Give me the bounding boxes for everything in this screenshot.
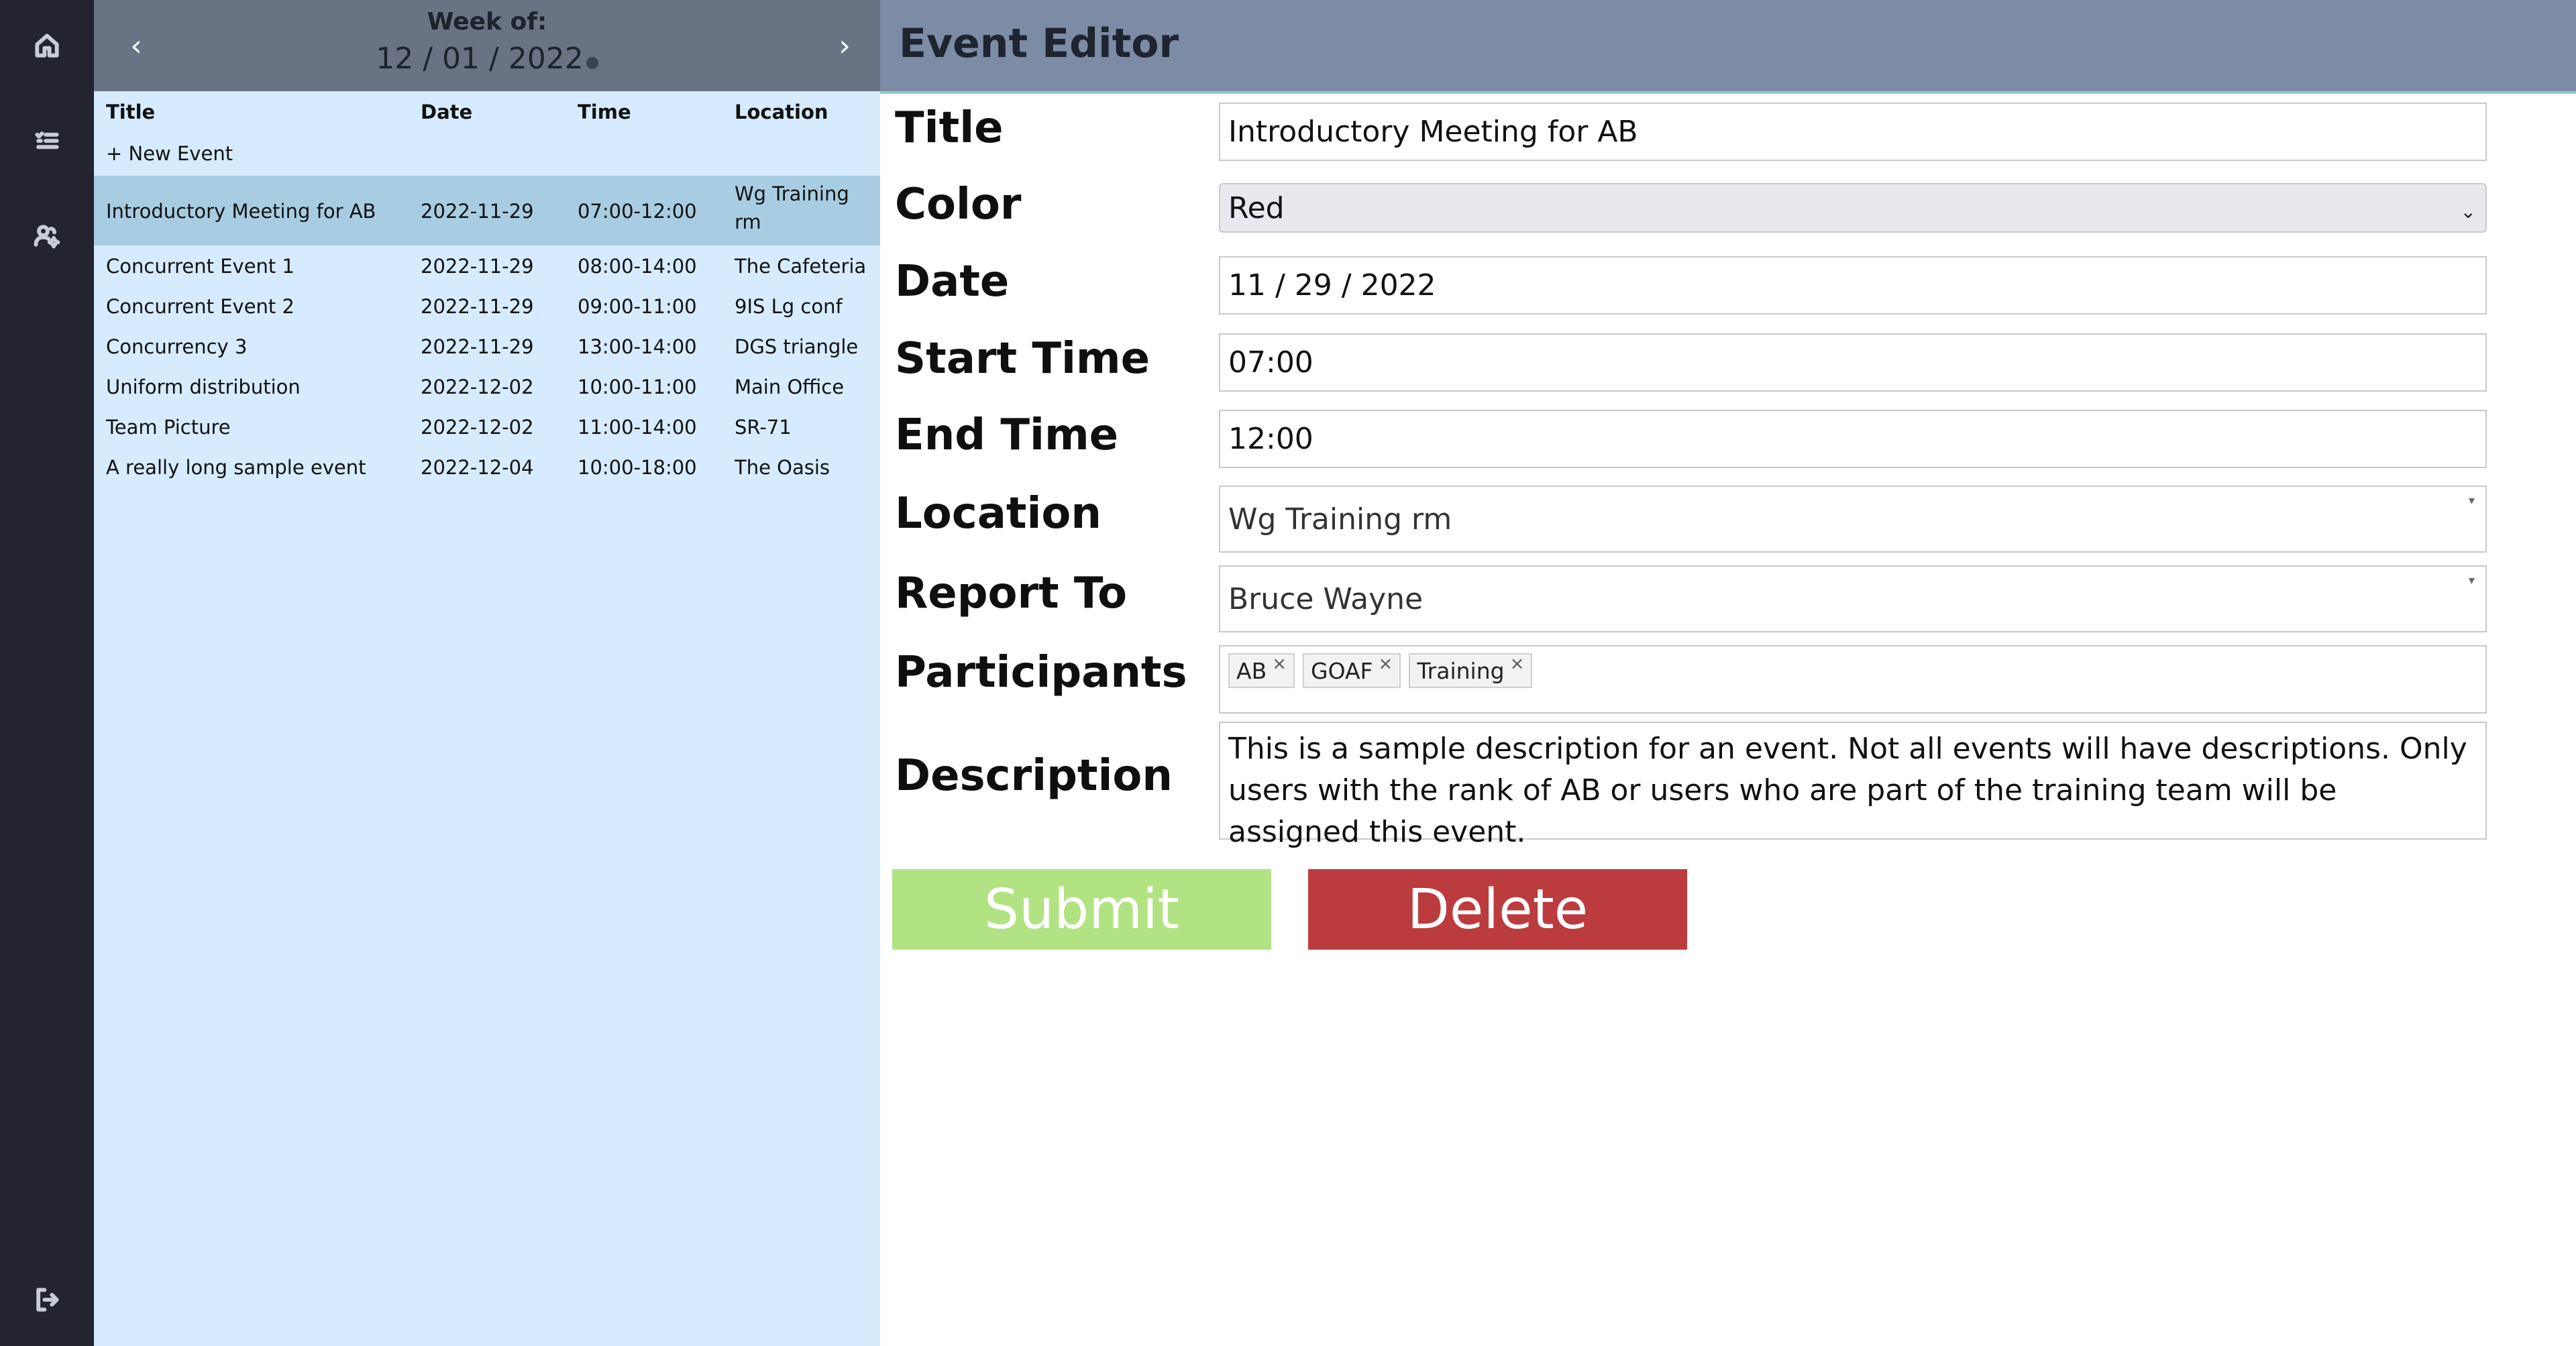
row-location: The Oasis [735, 456, 830, 479]
editor-heading: Event Editor [899, 20, 1179, 67]
participant-tag-label: AB [1236, 657, 1267, 684]
row-date: 2022-11-29 [421, 255, 534, 278]
row-time: 09:00-11:00 [578, 295, 697, 318]
next-week-button[interactable]: › [828, 24, 861, 67]
delete-button[interactable]: Delete [1308, 869, 1687, 950]
chevron-down-icon: ⌄ [2460, 201, 2476, 223]
location-combobox[interactable]: Wg Training rm ▾ [1219, 486, 2487, 553]
new-event-link[interactable]: + New Event [106, 142, 233, 165]
description-label: Description [895, 751, 1173, 801]
row-date: 2022-11-29 [421, 200, 534, 223]
report-to-combobox[interactable]: Bruce Wayne ▾ [1219, 565, 2487, 632]
row-date: 2022-12-04 [421, 456, 534, 479]
row-date: 2022-11-29 [421, 295, 534, 318]
participant-tag-label: GOAF [1311, 657, 1373, 684]
week-date-value: 12 / 01 / 2022 [376, 42, 584, 76]
week-date-picker[interactable]: 12 / 01 / 2022 [94, 42, 880, 76]
row-date: 2022-12-02 [421, 416, 534, 439]
remove-tag-icon[interactable]: × [1379, 654, 1393, 674]
dropdown-arrow-icon[interactable]: ▾ [2469, 494, 2475, 508]
row-time: 10:00-18:00 [578, 456, 697, 479]
home-icon[interactable] [28, 27, 66, 64]
participant-tag: AB × [1228, 653, 1295, 688]
participants-label: Participants [895, 648, 1187, 697]
row-time: 10:00-11:00 [578, 376, 697, 398]
row-location-continued: rm [735, 211, 761, 233]
end-time-input[interactable]: 12:00 [1219, 410, 2487, 468]
row-title: Concurrent Event 2 [106, 295, 294, 318]
nav-rail [0, 0, 94, 1346]
row-location: 9IS Lg conf [735, 295, 843, 318]
report-to-value: Bruce Wayne [1228, 581, 1424, 616]
row-date: 2022-12-02 [421, 376, 534, 398]
color-label: Color [895, 180, 1022, 229]
description-textarea[interactable]: This is a sample description for an even… [1219, 722, 2487, 849]
row-title: Team Picture [106, 416, 231, 439]
app-root: ‹ Week of: 12 / 01 / 2022 › Title Date T… [0, 0, 2576, 1346]
remove-tag-icon[interactable]: × [1510, 654, 1525, 674]
event-table-body: Introductory Meeting for AB 2022-11-29 0… [94, 176, 880, 487]
row-title: Introductory Meeting for AB [106, 200, 376, 223]
column-header-date[interactable]: Date [421, 101, 472, 123]
table-row[interactable]: Team Picture 2022-12-02 11:00-14:00 SR-7… [94, 406, 880, 447]
row-title: Concurrency 3 [106, 335, 248, 358]
column-header-location[interactable]: Location [735, 101, 828, 123]
dropdown-arrow-icon[interactable]: ▾ [2469, 573, 2475, 587]
week-selector: ‹ Week of: 12 / 01 / 2022 › [94, 0, 880, 91]
row-date: 2022-11-29 [421, 335, 534, 358]
row-time: 08:00-14:00 [578, 255, 697, 278]
event-table-header: Title Date Time Location [94, 101, 880, 127]
calendar-clear-icon[interactable] [586, 57, 598, 69]
row-location: The Cafeteria [735, 255, 867, 278]
table-row[interactable]: Uniform distribution 2022-12-02 10:00-11… [94, 366, 880, 406]
row-location: SR-71 [735, 416, 792, 439]
table-row[interactable]: A really long sample event 2022-12-04 10… [94, 447, 880, 487]
row-time: 07:00-12:00 [578, 200, 697, 223]
remove-tag-icon[interactable]: × [1272, 654, 1287, 674]
report-to-label: Report To [895, 569, 1128, 618]
table-row[interactable]: Concurrency 3 2022-11-29 13:00-14:00 DGS… [94, 326, 880, 366]
column-header-time[interactable]: Time [578, 101, 631, 123]
participant-tag: GOAF × [1303, 653, 1401, 688]
participant-tag: Training × [1409, 653, 1533, 688]
location-label: Location [895, 489, 1102, 539]
row-title: Concurrent Event 1 [106, 255, 294, 278]
table-row[interactable]: Concurrent Event 1 2022-11-29 08:00-14:0… [94, 245, 880, 286]
row-time: 13:00-14:00 [578, 335, 697, 358]
date-label: Date [895, 257, 1010, 306]
row-location: DGS triangle [735, 335, 859, 358]
event-list-icon[interactable] [28, 122, 66, 160]
participant-tag-label: Training [1417, 657, 1505, 684]
participants-tag-input[interactable]: AB × GOAF × Training × [1219, 645, 2487, 714]
event-list-panel: ‹ Week of: 12 / 01 / 2022 › Title Date T… [94, 0, 880, 1346]
color-select[interactable]: Red ⌄ [1219, 183, 2487, 233]
event-editor-panel: Event Editor Title Introductory Meeting … [880, 0, 2576, 1346]
title-input[interactable]: Introductory Meeting for AB [1219, 103, 2487, 161]
table-row[interactable]: Introductory Meeting for AB 2022-11-29 0… [94, 176, 880, 245]
submit-button[interactable]: Submit [892, 869, 1271, 950]
chevron-right-icon: › [839, 28, 851, 63]
column-header-title[interactable]: Title [106, 101, 155, 123]
row-title: A really long sample event [106, 456, 366, 479]
row-location: Main Office [735, 376, 845, 398]
start-time-label: Start Time [895, 334, 1150, 384]
date-input[interactable]: 11 / 29 / 2022 [1219, 256, 2487, 315]
table-row[interactable]: Concurrent Event 2 2022-11-29 09:00-11:0… [94, 286, 880, 326]
row-time: 11:00-14:00 [578, 416, 697, 439]
logout-icon[interactable] [28, 1281, 66, 1319]
location-value: Wg Training rm [1228, 502, 1452, 537]
end-time-label: End Time [895, 410, 1119, 460]
users-settings-icon[interactable] [28, 217, 66, 255]
row-title: Uniform distribution [106, 376, 301, 398]
color-select-value: Red [1228, 190, 1285, 225]
editor-header: Event Editor [880, 0, 2576, 94]
title-label: Title [895, 103, 1004, 153]
start-time-input[interactable]: 07:00 [1219, 333, 2487, 392]
row-location: Wg Training [735, 182, 849, 205]
week-label: Week of: [427, 8, 547, 36]
